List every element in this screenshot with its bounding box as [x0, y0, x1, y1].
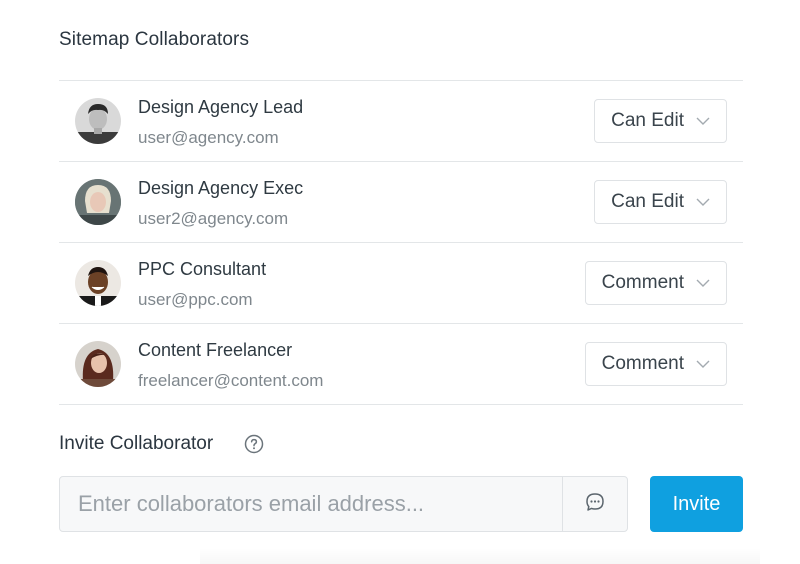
permission-label: Can Edit	[611, 191, 684, 212]
question-circle-icon[interactable]	[244, 434, 264, 454]
collaborator-email: user@ppc.com	[138, 290, 253, 309]
collaborator-row: Design Agency Lead user@agency.com Can E…	[59, 81, 743, 162]
collaborator-email: user2@agency.com	[138, 209, 289, 228]
invite-title: Invite Collaborator	[59, 433, 214, 454]
collaborator-email: freelancer@content.com	[138, 371, 324, 390]
invite-input-group	[59, 476, 628, 532]
permission-label: Can Edit	[611, 110, 684, 131]
collaborator-email: user@agency.com	[138, 128, 279, 147]
collaborator-name: Design Agency Lead	[138, 97, 304, 117]
collaborator-name: PPC Consultant	[138, 259, 267, 279]
collaborator-row: Design Agency Exec user2@agency.com Can …	[59, 162, 743, 243]
permission-dropdown[interactable]: Comment	[584, 342, 727, 386]
collaborator-name: Design Agency Exec	[138, 178, 304, 198]
collaborator-list: Design Agency Lead user@agency.com Can E…	[59, 80, 743, 405]
invite-email-input[interactable]	[60, 477, 562, 531]
message-button[interactable]	[562, 477, 627, 531]
avatar	[75, 179, 121, 225]
avatar	[75, 98, 121, 144]
chevron-down-icon	[696, 117, 710, 126]
collaborator-row: Content Freelancer freelancer@content.co…	[59, 324, 743, 405]
permission-dropdown[interactable]: Can Edit	[594, 99, 727, 143]
collaborator-row: PPC Consultant user@ppc.com Comment	[59, 243, 743, 324]
permission-label: Comment	[601, 353, 684, 374]
chat-bubble-icon	[584, 491, 606, 518]
permission-dropdown[interactable]: Comment	[584, 261, 727, 305]
invite-button[interactable]: Invite	[650, 476, 743, 532]
chevron-down-icon	[696, 198, 710, 207]
avatar	[75, 341, 121, 387]
permission-label: Comment	[601, 272, 684, 293]
bottom-shadow	[200, 548, 760, 564]
avatar	[75, 260, 121, 306]
chevron-down-icon	[696, 360, 710, 369]
collaborator-name: Content Freelancer	[138, 340, 293, 360]
permission-dropdown[interactable]: Can Edit	[594, 180, 727, 224]
chevron-down-icon	[696, 279, 710, 288]
section-title: Sitemap Collaborators	[59, 29, 250, 50]
